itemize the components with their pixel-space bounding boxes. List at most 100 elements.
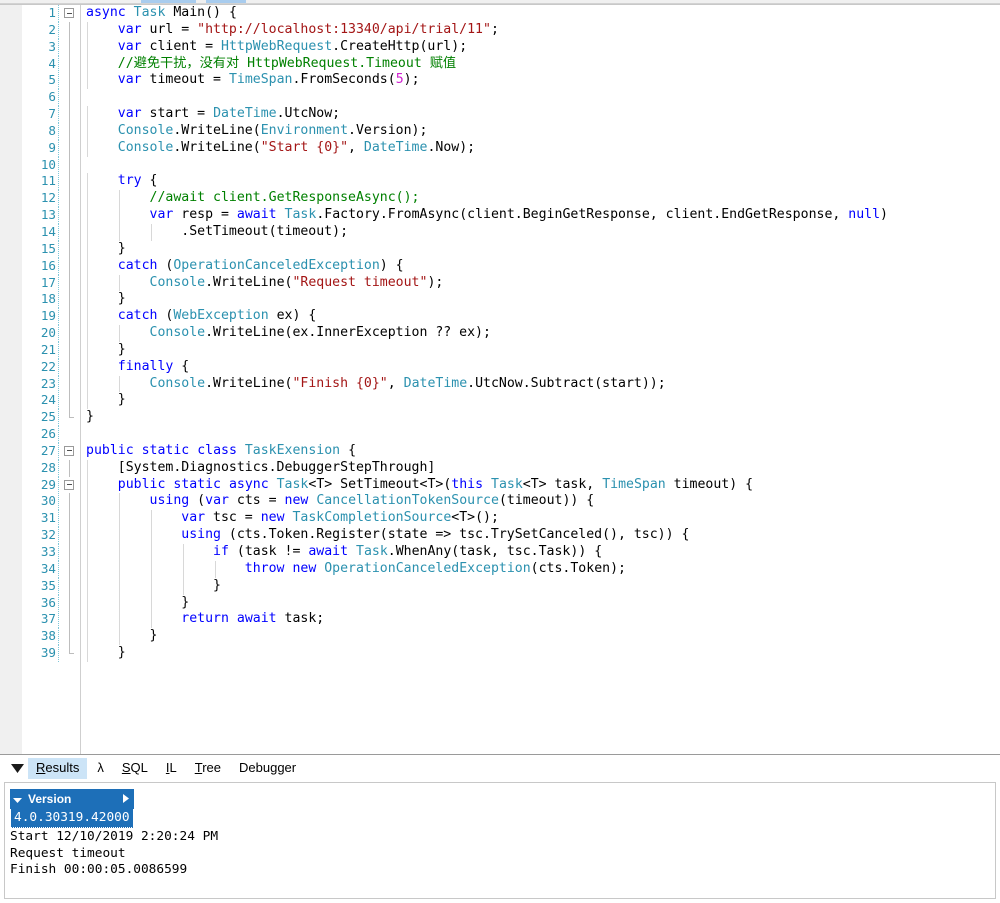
code-line[interactable]: 36 } — [0, 594, 1000, 612]
fold-margin[interactable] — [62, 72, 78, 90]
chevron-down-icon[interactable] — [13, 793, 22, 805]
fold-margin[interactable] — [62, 544, 78, 561]
fold-margin[interactable] — [62, 611, 78, 629]
code-line[interactable]: 23 Console.WriteLine("Finish {0}", DateT… — [0, 375, 1000, 393]
collapse-minus-icon[interactable] — [64, 8, 74, 18]
fold-margin[interactable] — [62, 477, 78, 494]
fold-margin[interactable] — [62, 645, 78, 662]
fold-margin[interactable] — [62, 392, 78, 410]
code-line[interactable]: 4 //避免干扰，没有对 HttpWebRequest.Timeout 赋值 — [0, 55, 1000, 73]
code-line[interactable]: 9 Console.WriteLine("Start {0}", DateTim… — [0, 139, 1000, 157]
fold-margin[interactable] — [62, 274, 78, 292]
code-line[interactable]: 17 Console.WriteLine("Request timeout"); — [0, 274, 1000, 292]
code-line[interactable]: 30 using (var cts = new CancellationToke… — [0, 493, 1000, 511]
table-row[interactable]: 4.0.30319.42000 — [10, 808, 134, 828]
code-line[interactable]: 38 } — [0, 628, 1000, 646]
code-line[interactable]: 8 Console.WriteLine(Environment.Version)… — [0, 122, 1000, 140]
fold-margin[interactable] — [62, 443, 78, 460]
code-line[interactable]: 3 var client = HttpWebRequest.CreateHttp… — [0, 38, 1000, 56]
code-line-text: Console.WriteLine("Request timeout"); — [149, 274, 444, 290]
code-line[interactable]: 29 public static async Task<T> SetTimeou… — [0, 476, 1000, 494]
fold-margin[interactable] — [62, 409, 78, 426]
fold-margin[interactable] — [62, 139, 78, 157]
code-line[interactable]: 6 — [0, 89, 1000, 107]
fold-margin[interactable] — [62, 21, 78, 39]
code-line[interactable]: 16 catch (OperationCanceledException) { — [0, 257, 1000, 275]
collapse-results-triangle-down-icon[interactable] — [6, 758, 28, 780]
fold-margin[interactable] — [62, 628, 78, 646]
code-line[interactable]: 31 var tsc = new TaskCompletionSource<T>… — [0, 510, 1000, 528]
code-line[interactable]: 5 var timeout = TimeSpan.FromSeconds(5); — [0, 72, 1000, 90]
fold-margin[interactable] — [62, 577, 78, 595]
code-editor[interactable]: 1 async Task Main() {2 var url = "http://… — [0, 4, 1000, 755]
tab-sql[interactable]: SQL — [114, 758, 156, 779]
fold-margin[interactable] — [62, 375, 78, 393]
code-line[interactable]: 20 Console.WriteLine(ex.InnerException ?… — [0, 325, 1000, 342]
fold-margin[interactable] — [62, 38, 78, 56]
fold-margin[interactable] — [62, 325, 78, 342]
fold-margin[interactable] — [62, 55, 78, 73]
code-line[interactable]: 7 var start = DateTime.UtcNow; — [0, 106, 1000, 123]
fold-margin[interactable] — [62, 527, 78, 544]
tab-results[interactable]: Results — [28, 758, 88, 779]
code-line[interactable]: 25} — [0, 409, 1000, 427]
code-line[interactable]: 39 } — [0, 645, 1000, 662]
code-line[interactable]: 15 } — [0, 240, 1000, 258]
fold-margin[interactable] — [62, 207, 78, 224]
code-line[interactable]: 14 .SetTimeout(timeout); — [0, 223, 1000, 241]
code-line[interactable]: 35 } — [0, 577, 1000, 595]
fold-margin[interactable] — [62, 89, 78, 107]
dump-grid-version[interactable]: Version 4.0.30319.42000 — [10, 789, 134, 828]
code-line[interactable]: 10 — [0, 156, 1000, 174]
fold-margin[interactable] — [62, 510, 78, 528]
fold-margin[interactable] — [62, 122, 78, 140]
fold-margin[interactable] — [62, 190, 78, 208]
fold-margin[interactable] — [62, 240, 78, 258]
collapse-minus-icon[interactable] — [64, 479, 74, 490]
tab-debugger[interactable]: Debugger — [231, 758, 304, 779]
editor-code-area[interactable]: 1 async Task Main() {2 var url = "http://… — [0, 5, 1000, 754]
tab-lambda[interactable]: λ — [89, 758, 112, 779]
code-line[interactable]: 28 [System.Diagnostics.DebuggerStepThrou… — [0, 459, 1000, 477]
code-line[interactable]: 18 } — [0, 291, 1000, 309]
code-line[interactable]: 27 public static class TaskExension { — [0, 442, 1000, 460]
code-line[interactable]: 22 finally { — [0, 358, 1000, 376]
dump-grid-header-row: Version — [10, 789, 134, 809]
line-number-guide — [58, 476, 59, 494]
tab-il[interactable]: IL — [158, 758, 185, 779]
fold-margin[interactable] — [62, 5, 78, 22]
fold-margin[interactable] — [62, 156, 78, 174]
fold-margin[interactable] — [62, 594, 78, 612]
code-line[interactable]: 33 if (task != await Task.WhenAny(task, … — [0, 544, 1000, 561]
results-output-area[interactable]: Version 4.0.30319.42000 Start 12/10/2019… — [4, 782, 996, 899]
code-line[interactable]: 21 } — [0, 341, 1000, 359]
fold-margin[interactable] — [62, 308, 78, 326]
fold-margin[interactable] — [62, 257, 78, 275]
fold-margin[interactable] — [62, 459, 78, 477]
fold-margin[interactable] — [62, 426, 78, 443]
code-line[interactable]: 19 catch (WebException ex) { — [0, 308, 1000, 326]
fold-margin[interactable] — [62, 223, 78, 241]
triangle-right-icon[interactable] — [122, 793, 129, 805]
code-line[interactable]: 11 try { — [0, 173, 1000, 191]
collapse-minus-icon[interactable] — [64, 445, 74, 456]
code-line[interactable]: 32 using (cts.Token.Register(state => ts… — [0, 527, 1000, 544]
code-line[interactable]: 37 return await task; — [0, 611, 1000, 629]
dump-grid-value-cell[interactable]: 4.0.30319.42000 — [10, 808, 134, 828]
code-line[interactable]: 26 — [0, 426, 1000, 443]
fold-margin[interactable] — [62, 341, 78, 359]
dump-grid-header-cell[interactable]: Version — [10, 789, 134, 809]
fold-margin[interactable] — [62, 560, 78, 578]
code-line[interactable]: 12 //await client.GetResponseAsync(); — [0, 190, 1000, 208]
code-line[interactable]: 24 } — [0, 392, 1000, 410]
code-line[interactable]: 2 var url = "http://localhost:13340/api/… — [0, 21, 1000, 39]
fold-margin[interactable] — [62, 106, 78, 123]
code-line[interactable]: 1 async Task Main() { — [0, 5, 1000, 22]
fold-margin[interactable] — [62, 493, 78, 511]
fold-margin[interactable] — [62, 291, 78, 309]
fold-margin[interactable] — [62, 358, 78, 376]
code-line[interactable]: 34 throw new OperationCanceledException(… — [0, 560, 1000, 578]
tab-tree[interactable]: Tree — [187, 758, 229, 779]
fold-margin[interactable] — [62, 173, 78, 191]
code-line[interactable]: 13 var resp = await Task.Factory.FromAsy… — [0, 207, 1000, 224]
